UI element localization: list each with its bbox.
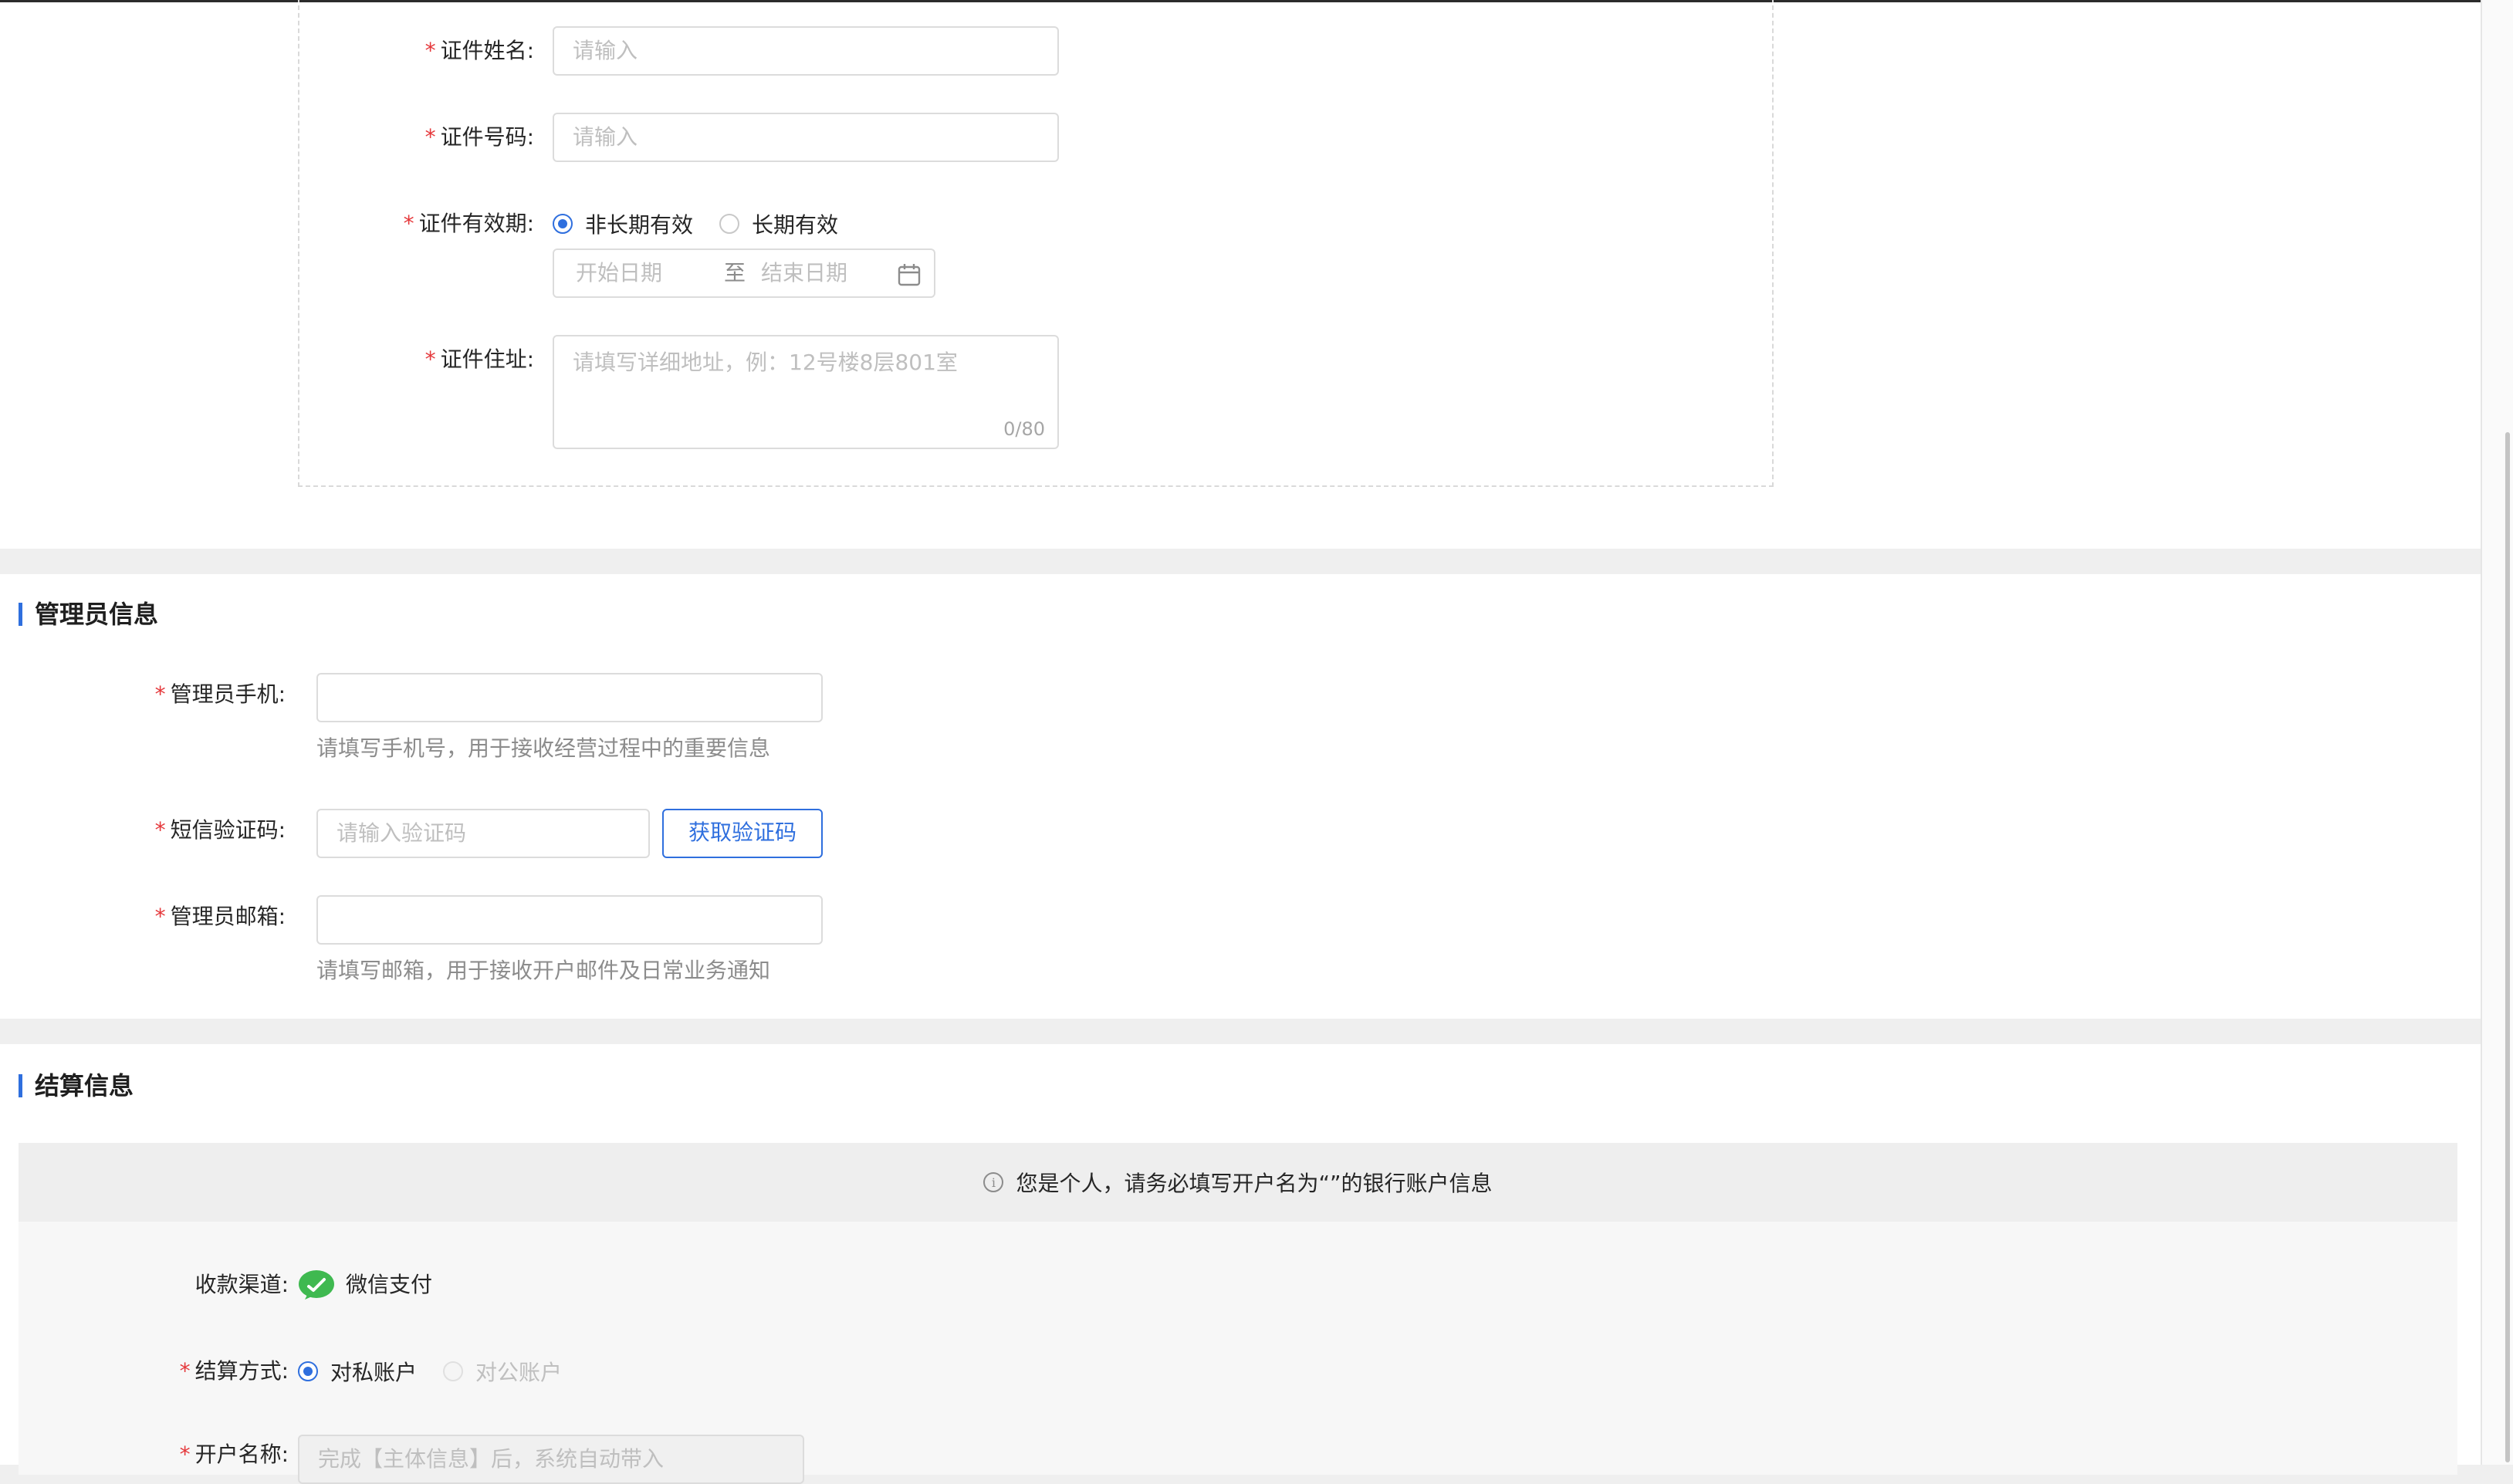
admin-email-hint: 请填写邮箱，用于接收开户邮件及日常业务通知: [316, 958, 771, 983]
date-range-separator: 至: [724, 260, 746, 286]
method-radio-private[interactable]: 对私账户: [298, 1356, 417, 1387]
scrollbar-thumb[interactable]: [2505, 432, 2510, 1462]
id-number-label: * 证件号码:: [424, 124, 534, 150]
admin-email-input[interactable]: [316, 895, 823, 945]
get-sms-code-button[interactable]: 获取验证码: [662, 809, 823, 858]
identity-section: * 证件姓名: 请输入 * 证件号码: 请输入 * 证件有效期: 非长期有效 长期有效…: [0, 0, 2481, 549]
settlement-section: 结算信息 i 您是个人，请务必填写开户名为“”的银行账户信息 收款渠道: 微信支…: [0, 1044, 2481, 1484]
radio-checked-icon: [298, 1361, 318, 1381]
admin-phone-hint: 请填写手机号，用于接收经营过程中的重要信息: [316, 735, 771, 761]
admin-email-label: * 管理员邮箱:: [154, 904, 286, 929]
validity-radio-non-permanent[interactable]: 非长期有效: [553, 208, 693, 239]
sms-code-label: * 短信验证码:: [154, 817, 286, 843]
id-address-label: * 证件住址:: [424, 346, 534, 372]
start-date-input[interactable]: 开始日期: [576, 250, 662, 296]
settlement-notice-text: 您是个人，请务必填写开户名为“”的银行账户信息: [1016, 1171, 1493, 1196]
address-char-counter: 0/80: [1003, 418, 1045, 440]
id-address-textarea[interactable]: 请填写详细地址，例：12号楼8层801室 0/80: [553, 335, 1059, 449]
settlement-notice: i 您是个人，请务必填写开户名为“”的银行账户信息: [19, 1143, 2457, 1222]
method-radio-corporate[interactable]: 对公账户: [443, 1356, 562, 1387]
settle-method-label: * 结算方式:: [179, 1358, 289, 1384]
title-accent-bar: [19, 1074, 22, 1097]
id-validity-label: * 证件有效期:: [403, 211, 534, 236]
id-number-input[interactable]: 请输入: [553, 113, 1059, 162]
admin-section-title: 管理员信息: [19, 599, 158, 630]
radio-disabled-icon: [443, 1361, 463, 1381]
radio-unchecked-icon: [719, 214, 739, 234]
radio-checked-icon: [553, 214, 573, 234]
title-accent-bar: [19, 603, 22, 626]
admin-phone-input[interactable]: [316, 673, 823, 722]
settlement-section-title: 结算信息: [19, 1070, 134, 1101]
id-name-input[interactable]: 请输入: [553, 26, 1059, 76]
id-name-label: * 证件姓名:: [424, 38, 534, 63]
channel-label: 收款渠道:: [194, 1272, 289, 1297]
end-date-input[interactable]: 结束日期: [761, 250, 847, 296]
info-icon: i: [983, 1172, 1004, 1192]
wechat-pay-icon: [299, 1270, 334, 1300]
validity-radio-permanent[interactable]: 长期有效: [719, 208, 838, 239]
account-name-label: * 开户名称:: [179, 1442, 289, 1467]
validity-date-range-picker[interactable]: 开始日期 至 结束日期: [553, 248, 935, 298]
settlement-form-box: i 您是个人，请务必填写开户名为“”的银行账户信息 收款渠道: 微信支付 * 结算…: [19, 1143, 2457, 1484]
address-placeholder: 请填写详细地址，例：12号楼8层801室: [573, 350, 958, 375]
admin-section: 管理员信息 * 管理员手机: 请填写手机号，用于接收经营过程中的重要信息 * 短信验…: [0, 574, 2481, 1019]
account-name-input[interactable]: 完成【主体信息】后，系统自动带入: [298, 1435, 804, 1484]
channel-value: 微信支付: [298, 1269, 432, 1300]
sms-code-input[interactable]: 请输入验证码: [316, 809, 650, 858]
admin-phone-label: * 管理员手机:: [154, 681, 286, 707]
calendar-icon[interactable]: [897, 262, 922, 287]
